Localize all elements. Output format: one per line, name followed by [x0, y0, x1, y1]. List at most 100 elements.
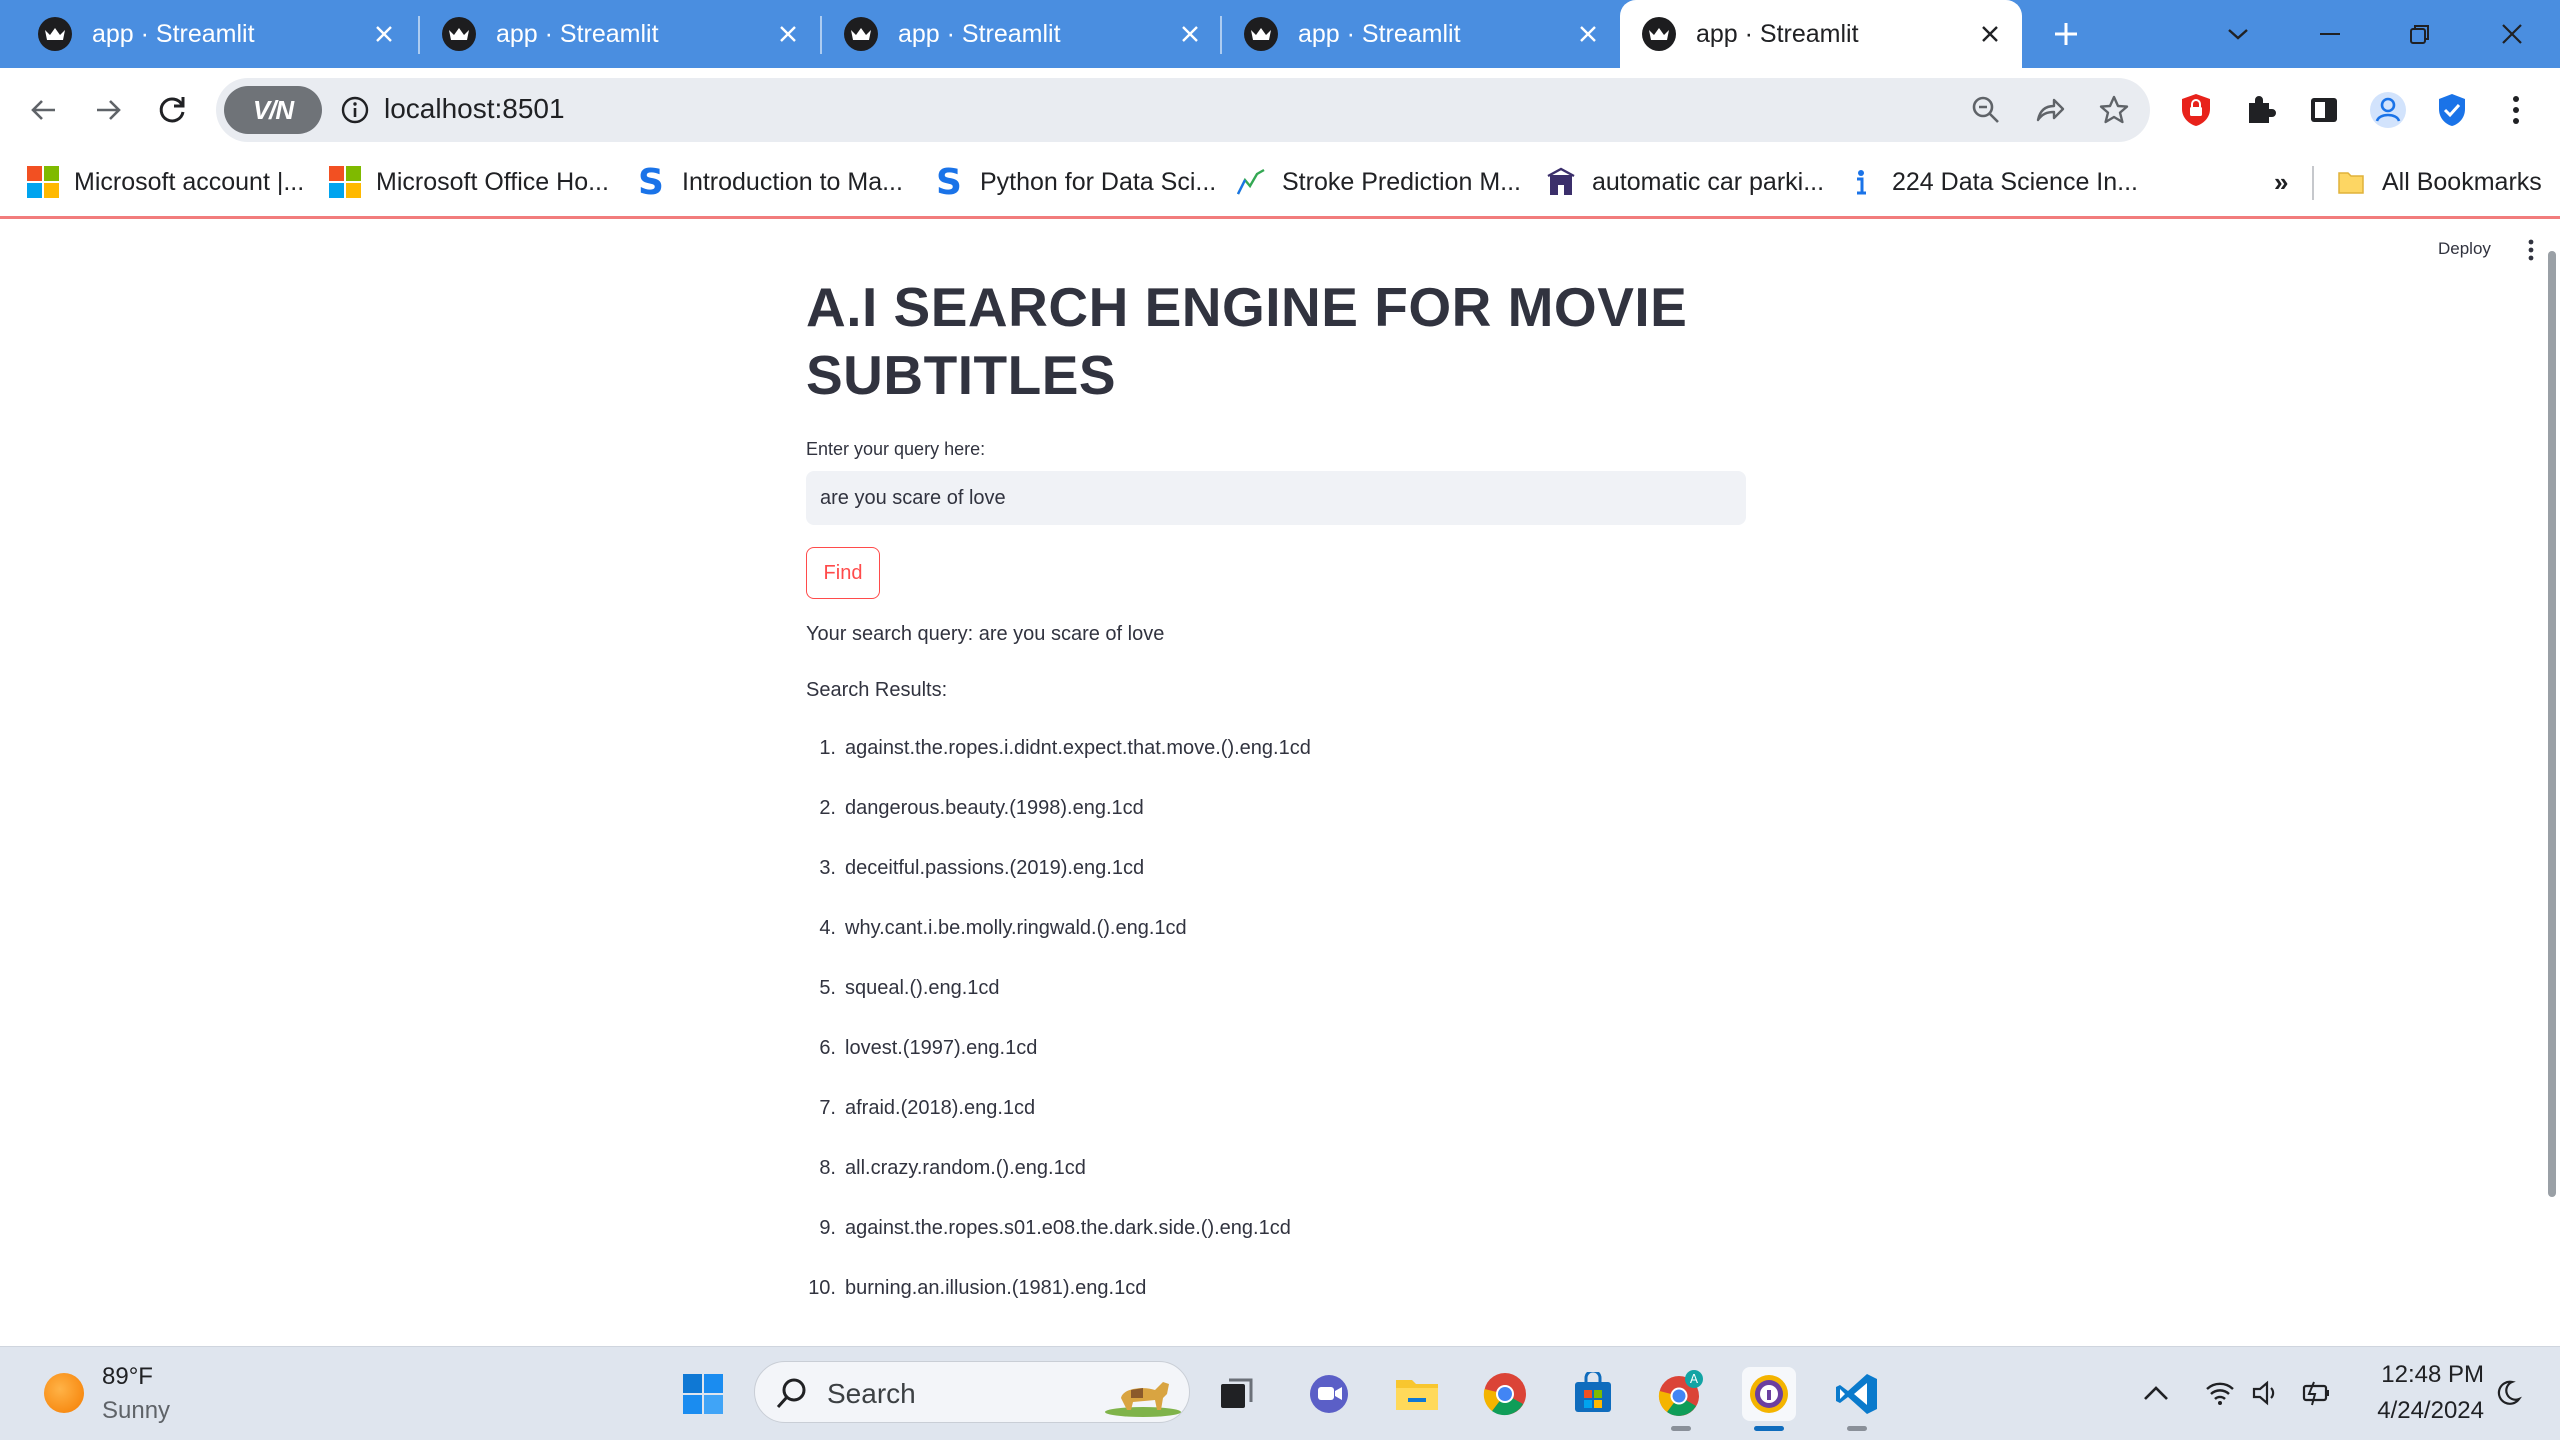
active-indicator: [1754, 1426, 1784, 1431]
search-results-heading: Search Results:: [806, 679, 948, 701]
side-panel-icon[interactable]: [2302, 88, 2346, 132]
bookmark-item[interactable]: S Python for Data Sci...: [932, 161, 1217, 203]
taskbar-search-box[interactable]: Search: [754, 1361, 1190, 1423]
tab-title: app · Streamlit: [1696, 19, 1859, 48]
close-window-button[interactable]: [2488, 10, 2536, 58]
close-tab-icon[interactable]: [1572, 18, 1604, 50]
result-item: 5. squeal.().eng.1cd: [806, 977, 1746, 1037]
tab-title: app · Streamlit: [496, 19, 659, 48]
file-explorer-icon[interactable]: [1390, 1367, 1444, 1421]
reload-button[interactable]: [150, 88, 194, 132]
forward-button[interactable]: [86, 88, 130, 132]
vscode-icon[interactable]: [1830, 1367, 1884, 1431]
result-title: against.the.ropes.i.didnt.expect.that.mo…: [845, 737, 1311, 759]
back-button[interactable]: [22, 88, 66, 132]
search-results-list: 1. against.the.ropes.i.didnt.expect.that.…: [806, 737, 1746, 1337]
minimize-button[interactable]: [2306, 10, 2354, 58]
address-bar[interactable]: V/N localhost:8501: [216, 78, 2150, 142]
tray-overflow-chevron-icon[interactable]: [2140, 1377, 2172, 1409]
result-title: lovest.(1997).eng.1cd: [845, 1037, 1038, 1059]
bookmark-item[interactable]: S Introduction to Ma...: [634, 162, 903, 203]
result-number: 7.: [819, 1097, 836, 1119]
streamlit-crown-icon: [1642, 17, 1676, 51]
result-title: afraid.(2018).eng.1cd: [845, 1097, 1036, 1119]
volume-icon[interactable]: [2250, 1377, 2282, 1409]
password-manager-shield-icon[interactable]: [2430, 88, 2474, 132]
result-item: 8. all.crazy.random.().eng.1cd: [806, 1157, 1746, 1217]
browser-tab[interactable]: app · Streamlit: [0, 0, 416, 68]
url-text[interactable]: localhost:8501: [384, 93, 565, 125]
profile-avatar-icon[interactable]: [2366, 88, 2410, 132]
extensions-puzzle-icon[interactable]: [2238, 88, 2282, 132]
taskbar-search-placeholder: Search: [827, 1378, 916, 1409]
bookmark-item[interactable]: Microsoft account |...: [26, 162, 304, 202]
weather-temperature[interactable]: 89°F: [102, 1363, 153, 1391]
vpn-app-icon[interactable]: [1742, 1367, 1796, 1431]
streamlit-app: Deploy A.I SEARCH ENGINE FOR MOVIE SUBTI…: [0, 219, 2560, 1346]
teams-chat-icon[interactable]: [1302, 1367, 1356, 1421]
close-tab-icon[interactable]: [1174, 18, 1206, 50]
result-number: 10.: [808, 1277, 836, 1299]
close-tab-icon[interactable]: [1974, 18, 2006, 50]
windows-taskbar: 89°F Sunny Search A 12:48 PM 4/24/2024: [0, 1346, 2560, 1440]
new-tab-button[interactable]: [2046, 14, 2086, 54]
task-view-icon[interactable]: [1210, 1367, 1264, 1421]
query-input-label: Enter your query here:: [806, 439, 986, 459]
bookmark-item[interactable]: Microsoft Office Ho...: [328, 162, 609, 202]
app-menu-icon[interactable]: [2516, 237, 2546, 263]
share-icon[interactable]: [2032, 92, 2068, 128]
bookmark-label: Python for Data Sci...: [980, 167, 1217, 196]
chart-logo-icon: [1234, 165, 1268, 199]
bookmark-item[interactable]: Stroke Prediction M...: [1234, 162, 1521, 202]
s-logo-icon: S: [936, 161, 962, 203]
browser-tab-active[interactable]: app · Streamlit: [1620, 0, 2022, 68]
sun-weather-icon[interactable]: [44, 1373, 84, 1413]
close-tab-icon[interactable]: [368, 18, 400, 50]
wifi-icon[interactable]: [2204, 1377, 2236, 1409]
browser-tab[interactable]: app · Streamlit: [1222, 0, 1620, 68]
weather-condition[interactable]: Sunny: [102, 1397, 170, 1425]
result-number: 6.: [819, 1037, 836, 1059]
deploy-button[interactable]: Deploy: [2438, 239, 2491, 259]
microsoft-logo-icon: [328, 165, 362, 199]
streamlit-crown-icon: [1244, 17, 1278, 51]
find-button[interactable]: Find: [806, 547, 880, 599]
windows-start-icon[interactable]: [676, 1367, 730, 1421]
restore-button[interactable]: [2396, 10, 2444, 58]
bookmark-star-icon[interactable]: [2096, 92, 2132, 128]
clock-time[interactable]: 12:48 PM: [2374, 1361, 2484, 1389]
result-item: 7. afraid.(2018).eng.1cd: [806, 1097, 1746, 1157]
building-logo-icon: [1544, 165, 1578, 199]
chrome-icon[interactable]: [1478, 1367, 1532, 1421]
result-number: 5.: [819, 977, 836, 999]
zoom-icon[interactable]: [1968, 92, 2004, 128]
notifications-moon-icon[interactable]: [2492, 1377, 2524, 1409]
browser-tab[interactable]: app · Streamlit: [822, 0, 1222, 68]
result-number: 3.: [819, 857, 836, 879]
shield-extension-icon[interactable]: [2174, 88, 2218, 132]
close-tab-icon[interactable]: [772, 18, 804, 50]
site-info-icon[interactable]: [340, 95, 370, 125]
battery-charging-icon[interactable]: [2300, 1377, 2332, 1409]
chrome-profile-icon[interactable]: A: [1654, 1367, 1708, 1431]
clock-date[interactable]: 4/24/2024: [2354, 1397, 2484, 1425]
query-input[interactable]: [806, 471, 1746, 525]
tab-search-chevron-icon[interactable]: [2214, 10, 2262, 58]
tab-title: app · Streamlit: [92, 19, 255, 48]
bookmarks-overflow-button[interactable]: »: [2274, 162, 2288, 202]
browser-tab[interactable]: app · Streamlit: [420, 0, 820, 68]
result-number: 9.: [819, 1217, 836, 1239]
microsoft-store-icon[interactable]: [1566, 1367, 1620, 1421]
all-bookmarks-item[interactable]: All Bookmarks: [2334, 162, 2542, 202]
page-scrollbar[interactable]: [2548, 251, 2556, 1197]
bookmarks-separator: [2312, 166, 2314, 200]
browser-menu-icon[interactable]: [2494, 88, 2538, 132]
result-item: 6. lovest.(1997).eng.1cd: [806, 1037, 1746, 1097]
result-title: against.the.ropes.s01.e08.the.dark.side.…: [845, 1217, 1291, 1239]
vpn-badge[interactable]: V/N: [224, 86, 322, 134]
streamlit-crown-icon: [38, 17, 72, 51]
bookmark-item[interactable]: 224 Data Science In...: [1844, 162, 2138, 202]
bookmark-item[interactable]: automatic car parki...: [1544, 162, 1824, 202]
result-number: 8.: [819, 1157, 836, 1179]
streamlit-crown-icon: [442, 17, 476, 51]
